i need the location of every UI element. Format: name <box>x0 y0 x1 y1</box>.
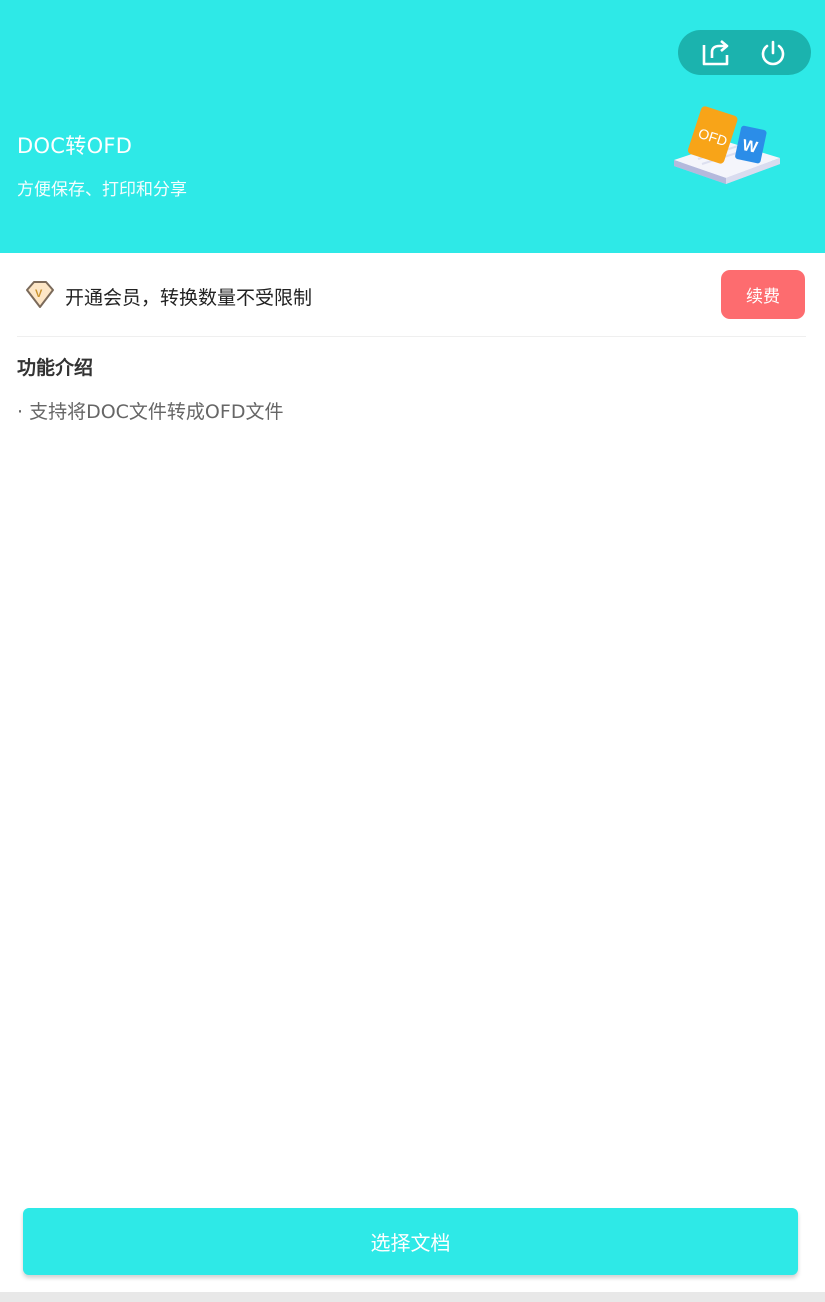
page-subtitle: 方便保存、打印和分享 <box>17 180 187 200</box>
power-icon <box>761 40 784 65</box>
membership-text: 开通会员，转换数量不受限制 <box>65 287 313 309</box>
doc-to-ofd-screen: DOC转OFD 方便保存、打印和分享 OFD W V 开通会员，转换数量不受限制… <box>0 0 825 1302</box>
share-icon <box>702 39 729 65</box>
header-action-group <box>678 30 811 75</box>
feature-item: · 支持将DOC文件转成OFD文件 <box>17 401 284 423</box>
power-button[interactable] <box>751 33 795 73</box>
divider <box>17 336 806 337</box>
feature-section-title: 功能介绍 <box>17 357 94 379</box>
page-title: DOC转OFD <box>17 134 133 158</box>
vip-diamond-icon: V <box>26 281 54 308</box>
bottom-edge <box>0 1292 825 1302</box>
share-button[interactable] <box>694 33 738 73</box>
header-banner: DOC转OFD 方便保存、打印和分享 OFD W <box>0 0 825 253</box>
doc-convert-illustration: OFD W <box>674 106 780 184</box>
vip-badge-label: V <box>35 288 43 300</box>
renew-button[interactable]: 续费 <box>721 270 805 319</box>
select-document-button[interactable]: 选择文档 <box>23 1208 798 1275</box>
